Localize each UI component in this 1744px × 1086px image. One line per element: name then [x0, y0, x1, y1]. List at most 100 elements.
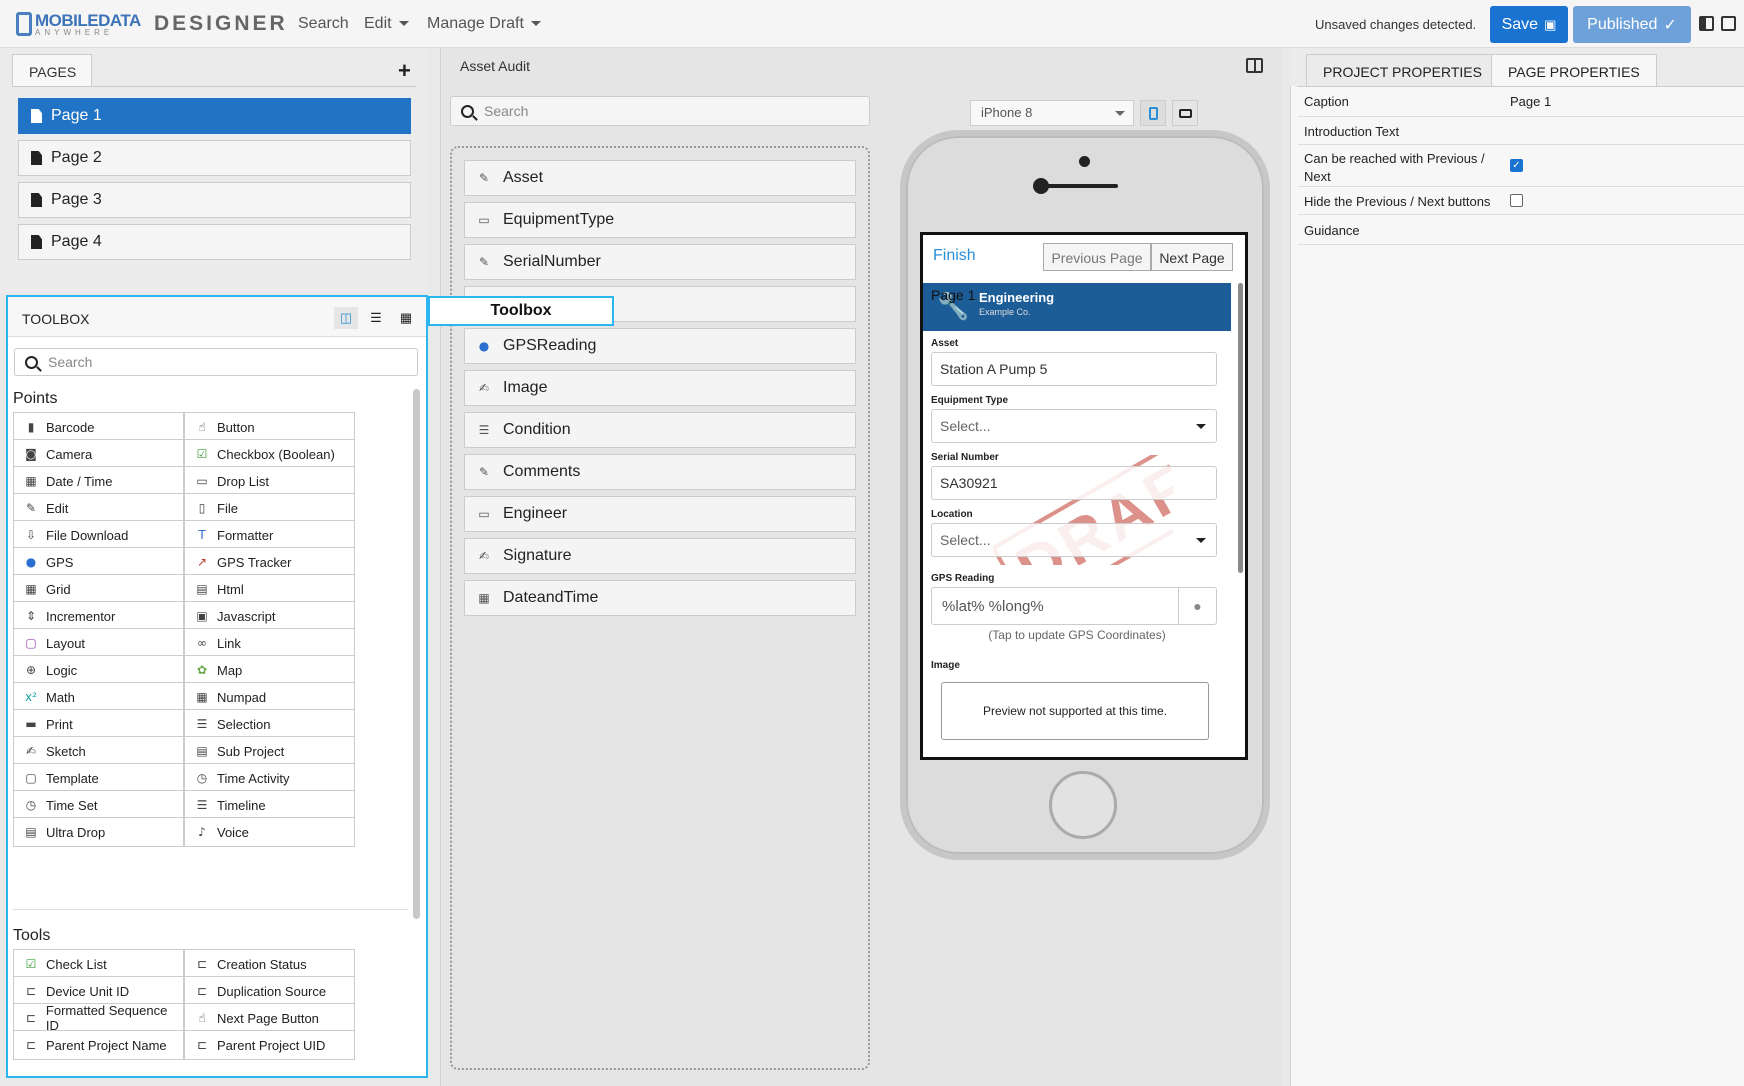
tab-project-properties[interactable]: PROJECT PROPERTIES: [1306, 54, 1499, 86]
tool-edit[interactable]: ✎ Edit: [13, 493, 184, 523]
save-button[interactable]: Save ▣: [1490, 6, 1568, 43]
landscape-button[interactable]: [1172, 100, 1198, 126]
page-item-4[interactable]: Page 4: [18, 224, 411, 260]
field-dateandtime[interactable]: ▦ DateandTime: [464, 580, 856, 616]
tool-timeline[interactable]: ☰ Timeline: [184, 790, 355, 820]
preview-scrollbar[interactable]: [1238, 283, 1243, 573]
tool-layout[interactable]: ▢ Layout: [13, 628, 184, 658]
edit-icon: ✎: [478, 255, 490, 269]
tool-logic[interactable]: ⊕ Logic: [13, 655, 184, 685]
next-page-button[interactable]: Next Page: [1151, 243, 1233, 271]
caption-value[interactable]: Page 1: [1510, 94, 1551, 109]
field-image[interactable]: ✍ Image: [464, 370, 856, 406]
published-button[interactable]: Published ✓: [1573, 6, 1691, 43]
view-grid-icon[interactable]: ▦: [394, 307, 418, 329]
panel-toggle-icon[interactable]: [1246, 58, 1263, 73]
tool-html[interactable]: ▤ Html: [184, 574, 355, 604]
page-item-1[interactable]: Page 1: [18, 98, 411, 134]
finish-button[interactable]: Finish: [933, 247, 976, 265]
tool-gps-tracker[interactable]: ↗ GPS Tracker: [184, 547, 355, 577]
menu-edit[interactable]: Edit: [364, 15, 409, 33]
tool-grid[interactable]: ▦ Grid: [13, 574, 184, 604]
tab-pages[interactable]: PAGES: [12, 54, 92, 86]
tool-duplication-source[interactable]: ⊏ Duplication Source: [184, 976, 355, 1006]
tool-creation-status[interactable]: ⊏ Creation Status: [184, 949, 355, 979]
tool-label: Map: [217, 662, 243, 678]
field-equipmenttype[interactable]: ▭ EquipmentType: [464, 202, 856, 238]
field-signature[interactable]: ✍ Signature: [464, 538, 856, 574]
divider: [12, 86, 416, 87]
add-page-button[interactable]: +: [398, 58, 411, 84]
tool-incrementor[interactable]: ⇕ Incrementor: [13, 601, 184, 631]
document-icon: [31, 193, 42, 207]
tool-sub-project[interactable]: ▤ Sub Project: [184, 736, 355, 766]
tool-map[interactable]: ✿ Map: [184, 655, 355, 685]
gps-value[interactable]: %lat% %long%: [942, 598, 1044, 615]
tool-camera[interactable]: ◙ Camera: [13, 439, 184, 469]
previous-page-button[interactable]: Previous Page: [1043, 243, 1151, 271]
field-engineer[interactable]: ▭ Engineer: [464, 496, 856, 532]
tool-time-set[interactable]: ◷ Time Set: [13, 790, 184, 820]
tool-ultra-drop[interactable]: ▤ Ultra Drop: [13, 817, 184, 847]
view-split-icon[interactable]: ◫: [334, 307, 358, 329]
menu-search[interactable]: Search: [298, 15, 349, 33]
tool-formatter[interactable]: T Formatter: [184, 520, 355, 550]
tool-link[interactable]: ∞ Link: [184, 628, 355, 658]
tool-selection[interactable]: ☰ Selection: [184, 709, 355, 739]
selection-icon: ☰: [196, 717, 208, 731]
tool-parent-project-uid[interactable]: ⊏ Parent Project UID: [184, 1030, 355, 1060]
toolbox-scrollbar[interactable]: [413, 389, 420, 919]
tool-time-activity[interactable]: ◷ Time Activity: [184, 763, 355, 793]
field-asset[interactable]: ✎ Asset: [464, 160, 856, 196]
tool-file-download[interactable]: ⇩ File Download: [13, 520, 184, 550]
tool-barcode[interactable]: ▮ Barcode: [13, 412, 184, 442]
tool-javascript[interactable]: ▣ Javascript: [184, 601, 355, 631]
field-serialnumber[interactable]: ✎ SerialNumber: [464, 244, 856, 280]
tool-gps[interactable]: ● GPS: [13, 547, 184, 577]
page-item-3[interactable]: Page 3: [18, 182, 411, 218]
serial-input[interactable]: SA30921: [931, 466, 1217, 500]
tool-file[interactable]: ▯ File: [184, 493, 355, 523]
edit-icon: ✎: [478, 465, 490, 479]
tool-button[interactable]: ☝ Button: [184, 412, 355, 442]
device-select[interactable]: iPhone 8: [970, 100, 1134, 126]
page-item-2[interactable]: Page 2: [18, 140, 411, 176]
tool-parent-project-name[interactable]: ⊏ Parent Project Name: [13, 1030, 184, 1060]
tool-sketch[interactable]: ✍ Sketch: [13, 736, 184, 766]
field-gpsreading[interactable]: ● GPSReading: [464, 328, 856, 364]
tool-print[interactable]: ▬ Print: [13, 709, 184, 739]
single-layout-icon[interactable]: [1721, 16, 1736, 31]
globe-icon[interactable]: ●: [1178, 588, 1216, 624]
tool-numpad[interactable]: ▦ Numpad: [184, 682, 355, 712]
menu-manage-draft[interactable]: Manage Draft: [427, 15, 541, 33]
location-label: Location: [931, 509, 973, 520]
reach-checkbox[interactable]: ✓: [1510, 159, 1523, 172]
tool-drop-list[interactable]: ▭ Drop List: [184, 466, 355, 496]
tool-next-page-button[interactable]: ☝ Next Page Button: [184, 1003, 355, 1033]
field-comments[interactable]: ✎ Comments: [464, 454, 856, 490]
asset-input[interactable]: Station A Pump 5: [931, 352, 1217, 386]
view-list-icon[interactable]: ☰: [364, 307, 388, 329]
tool-formatted-sequence-id[interactable]: ⊏ Formatted Sequence ID: [13, 1003, 184, 1033]
hide-buttons-checkbox[interactable]: [1510, 194, 1523, 207]
equipment-select[interactable]: Select...: [931, 409, 1217, 443]
toolbox-search-input[interactable]: Search: [14, 348, 418, 376]
microphone-icon: ♪: [198, 825, 206, 839]
field-condition[interactable]: ☰ Condition: [464, 412, 856, 448]
guidance-value[interactable]: [1510, 223, 1730, 239]
asset-label: Asset: [931, 338, 959, 349]
tool-check-list[interactable]: ☑ Check List: [13, 949, 184, 979]
tool-template[interactable]: ▢ Template: [13, 763, 184, 793]
tool-checkbox-boolean[interactable]: ☑ Checkbox (Boolean): [184, 439, 355, 469]
tool-icon: ⊏: [25, 1038, 37, 1052]
location-select[interactable]: Select...: [931, 523, 1217, 557]
tab-page-properties[interactable]: PAGE PROPERTIES: [1491, 54, 1657, 86]
intro-text-value[interactable]: [1510, 124, 1730, 140]
canvas-search-input[interactable]: Search: [450, 96, 870, 126]
tool-voice[interactable]: ♪ Voice: [184, 817, 355, 847]
split-layout-icon[interactable]: [1699, 16, 1714, 31]
portrait-button[interactable]: [1140, 100, 1166, 126]
tool-date-time[interactable]: ▦ Date / Time: [13, 466, 184, 496]
tool-device-unit-id[interactable]: ⊏ Device Unit ID: [13, 976, 184, 1006]
tool-math[interactable]: x² Math: [13, 682, 184, 712]
